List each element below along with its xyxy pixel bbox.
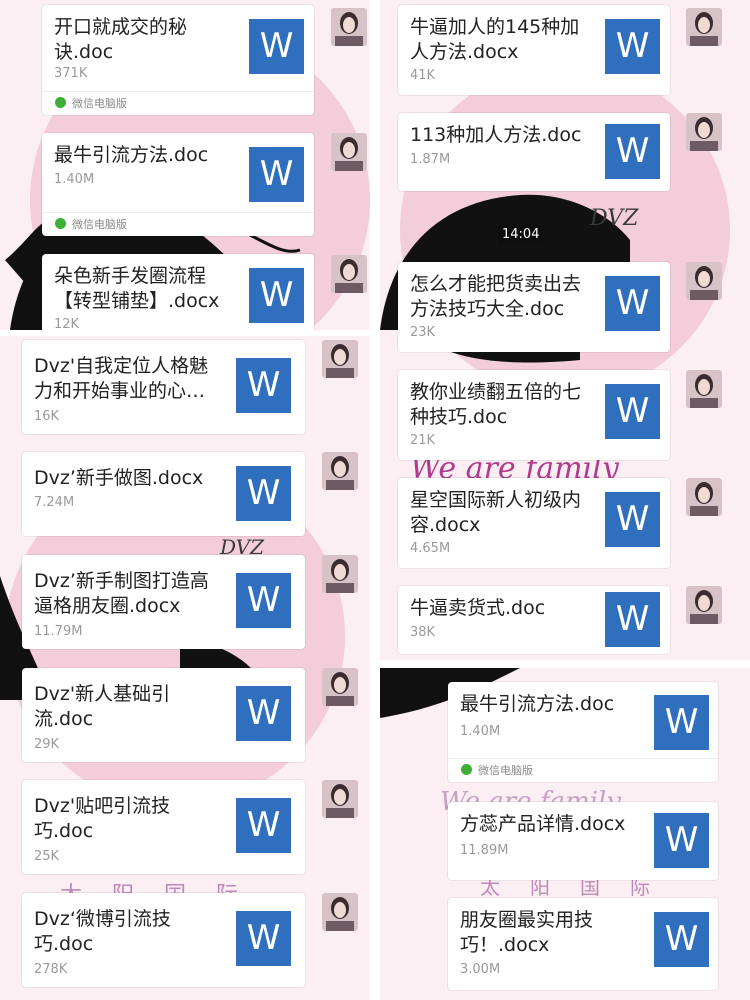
file-message[interactable]: Dvz'贴吧引流技 巧.doc 25K W (22, 780, 305, 874)
avatar[interactable] (686, 370, 722, 408)
file-name: Dvz'贴吧引流技 巧.doc (34, 795, 171, 842)
avatar[interactable] (331, 255, 367, 293)
file-name: 朋友圈最实用技 巧！.docx (460, 909, 594, 956)
file-size: 12K (54, 317, 80, 330)
avatar[interactable] (322, 555, 358, 593)
file-message[interactable]: 牛逼加人的145种加 人方法.docx 41K W (398, 5, 670, 95)
file-size: 29K (34, 737, 60, 752)
file-name: 朵色新手发圈流程 【转型铺垫】.docx (54, 265, 220, 312)
file-size: 4.65M (410, 541, 451, 556)
file-size: 1.40M (54, 172, 95, 187)
chat-panel-top-right: DVZ We are family 14:04 牛逼加人的145种加 人方法.d… (380, 0, 750, 660)
file-message[interactable]: 方蕊产品详情.docx 11.89M W (448, 802, 718, 880)
source-label: 微信电脑版 (448, 758, 718, 782)
word-document-icon: W (654, 813, 709, 868)
word-document-icon: W (605, 592, 660, 647)
file-message[interactable]: Dvz‘微博引流技 巧.doc 278K W (22, 893, 305, 987)
file-size: 7.24M (34, 495, 75, 510)
file-size: 11.79M (34, 624, 83, 639)
file-size: 371K (54, 66, 88, 81)
avatar[interactable] (322, 452, 358, 490)
word-document-icon: W (236, 686, 291, 741)
word-document-icon: W (605, 384, 660, 439)
svg-text:DVZ: DVZ (589, 206, 639, 231)
avatar[interactable] (322, 668, 358, 706)
file-name: 113种加人方法.doc (410, 124, 582, 146)
word-document-icon: W (236, 911, 291, 966)
word-document-icon: W (605, 19, 660, 74)
avatar[interactable] (686, 262, 722, 300)
source-label: 微信电脑版 (42, 212, 314, 236)
word-document-icon: W (249, 268, 304, 323)
file-size: 16K (34, 409, 60, 424)
file-size: 1.40M (460, 724, 501, 739)
file-name: Dvz’新手做图.docx (34, 467, 204, 489)
file-size: 278K (34, 962, 68, 977)
file-message[interactable]: 朋友圈最实用技 巧！.docx 3.00M W (448, 898, 718, 990)
wechat-icon (461, 764, 472, 775)
word-document-icon: W (605, 276, 660, 331)
word-document-icon: W (249, 19, 304, 74)
file-message[interactable]: 朵色新手发圈流程 【转型铺垫】.docx 12K W (42, 254, 314, 330)
file-message[interactable]: 怎么才能把货卖出去 方法技巧大全.doc 23K W (398, 262, 670, 352)
file-name: 最牛引流方法.doc (54, 144, 209, 166)
file-name: 星空国际新人初级内 容.docx (410, 489, 582, 536)
word-document-icon: W (236, 573, 291, 628)
word-document-icon: W (236, 358, 291, 413)
file-name: 怎么才能把货卖出去 方法技巧大全.doc (410, 273, 582, 320)
file-message[interactable]: Dvz'自我定位人格魅 力和开始事业的心… 16K W (22, 340, 305, 434)
source-label: 微信电脑版 (42, 91, 314, 115)
file-name: Dvz'自我定位人格魅 力和开始事业的心… (34, 355, 209, 402)
word-document-icon: W (236, 466, 291, 521)
file-name: 牛逼加人的145种加 人方法.docx (410, 16, 580, 63)
avatar[interactable] (322, 780, 358, 818)
word-document-icon: W (236, 798, 291, 853)
file-message[interactable]: 教你业绩翻五倍的七 种技巧.doc 21K W (398, 370, 670, 460)
file-size: 3.00M (460, 962, 501, 977)
wechat-icon (55, 97, 66, 108)
avatar[interactable] (322, 340, 358, 378)
avatar[interactable] (686, 8, 722, 46)
file-name: 方蕊产品详情.docx (460, 813, 626, 835)
file-name: 最牛引流方法.doc (460, 693, 615, 715)
file-size: 1.87M (410, 152, 451, 167)
file-name: Dvz’新手制图打造高 逼格朋友圈.docx (34, 570, 209, 617)
file-name: 开口就成交的秘 诀.doc (54, 16, 188, 63)
file-size: 41K (410, 68, 436, 83)
avatar[interactable] (322, 893, 358, 931)
file-name: Dvz‘微博引流技 巧.doc (34, 908, 171, 955)
chat-panel-top-left: 开口就成交的秘 诀.doc 371K W 微信电脑版 最牛引流方法.doc 1.… (0, 0, 370, 330)
file-message[interactable]: 牛逼卖货式.doc 38K W (398, 586, 670, 654)
avatar[interactable] (686, 586, 722, 624)
file-message[interactable]: Dvz'新人基础引 流.doc 29K W (22, 668, 305, 762)
avatar[interactable] (331, 133, 367, 171)
file-size: 23K (410, 325, 436, 340)
chat-panel-bottom-left: DVZ 太阳国际 Dvz'自我定位人格魅 力和开始事业的心… 16K W Dvz… (0, 336, 370, 1000)
avatar[interactable] (331, 8, 367, 46)
file-message[interactable]: 最牛引流方法.doc 1.40M W 微信电脑版 (42, 133, 314, 236)
file-message[interactable]: Dvz’新手制图打造高 逼格朋友圈.docx 11.79M W (22, 555, 305, 649)
word-document-icon: W (605, 492, 660, 547)
file-name: Dvz'新人基础引 流.doc (34, 683, 171, 730)
file-size: 21K (410, 433, 436, 448)
file-size: 38K (410, 625, 436, 640)
file-message[interactable]: 113种加人方法.doc 1.87M W (398, 113, 670, 191)
file-message[interactable]: 最牛引流方法.doc 1.40M W 微信电脑版 (448, 682, 718, 782)
file-message[interactable]: 开口就成交的秘 诀.doc 371K W 微信电脑版 (42, 5, 314, 115)
file-message[interactable]: 星空国际新人初级内 容.docx 4.65M W (398, 478, 670, 568)
file-size: 11.89M (460, 843, 509, 858)
word-document-icon: W (605, 124, 660, 179)
avatar[interactable] (686, 113, 722, 151)
word-document-icon: W (654, 912, 709, 967)
word-document-icon: W (654, 695, 709, 750)
chat-panel-bottom-right: We are family 太阳国际 最牛引流方法.doc 1.40M W 微信… (380, 668, 750, 1000)
avatar[interactable] (686, 478, 722, 516)
file-size: 25K (34, 849, 60, 864)
file-message[interactable]: Dvz’新手做图.docx 7.24M W (22, 452, 305, 536)
timestamp: 14:04 (498, 225, 544, 244)
wechat-icon (55, 218, 66, 229)
word-document-icon: W (249, 147, 304, 202)
file-name: 牛逼卖货式.doc (410, 597, 546, 619)
file-name: 教你业绩翻五倍的七 种技巧.doc (410, 381, 582, 428)
